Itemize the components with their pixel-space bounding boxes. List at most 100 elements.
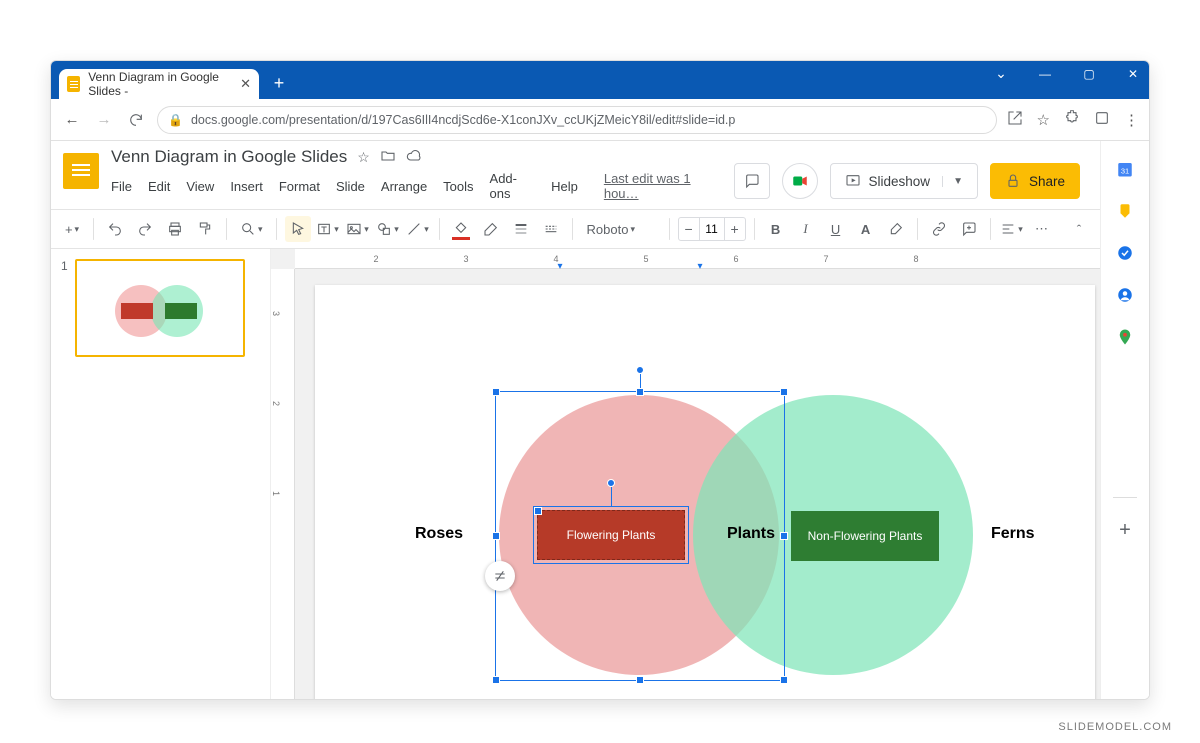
align-button[interactable] — [999, 216, 1025, 242]
menu-edit[interactable]: Edit — [148, 179, 170, 194]
close-window-icon[interactable]: ✕ — [1123, 67, 1143, 81]
underline-button[interactable]: U — [823, 216, 849, 242]
insert-comment-button[interactable] — [956, 216, 982, 242]
url-field[interactable]: 🔒 docs.google.com/presentation/d/197Cas6… — [157, 106, 997, 134]
menu-view[interactable]: View — [186, 179, 214, 194]
new-slide-button[interactable]: + — [59, 216, 85, 242]
italic-button[interactable]: I — [793, 216, 819, 242]
forward-button[interactable]: → — [93, 109, 115, 131]
new-tab-button[interactable]: + — [265, 69, 293, 97]
zoom-button[interactable] — [235, 216, 268, 242]
resize-handle[interactable] — [780, 532, 788, 540]
google-slides-logo-icon[interactable] — [63, 153, 99, 189]
bold-button[interactable]: B — [763, 216, 789, 242]
shape-button[interactable] — [375, 216, 401, 242]
label-ferns[interactable]: Ferns — [991, 525, 1035, 543]
minimize-window-icon[interactable]: — — [1035, 67, 1055, 81]
back-button[interactable]: ← — [61, 109, 83, 131]
filmstrip[interactable]: 1 — [51, 249, 271, 699]
border-color-button[interactable] — [478, 216, 504, 242]
menu-arrange[interactable]: Arrange — [381, 179, 427, 194]
reload-button[interactable] — [125, 109, 147, 131]
paint-format-button[interactable] — [192, 216, 218, 242]
more-tools-button[interactable]: ⋯ — [1029, 216, 1055, 242]
contacts-app-icon[interactable] — [1115, 285, 1135, 305]
slideshow-button[interactable]: Slideshow ▼ — [830, 163, 978, 199]
play-icon — [845, 173, 861, 189]
ruler-indent-marker-icon[interactable]: ▾ — [515, 261, 605, 272]
border-dash-button[interactable] — [538, 216, 564, 242]
meet-button[interactable] — [782, 163, 818, 199]
close-tab-icon[interactable]: ✕ — [240, 76, 251, 92]
fill-color-button[interactable] — [448, 216, 474, 242]
textbox-button[interactable] — [315, 216, 341, 242]
vertical-ruler[interactable]: 3 2 1 — [271, 269, 295, 699]
document-title[interactable]: Venn Diagram in Google Slides — [111, 147, 347, 167]
box-non-flowering[interactable]: Non-Flowering Plants — [791, 511, 939, 561]
font-size-dec-button[interactable]: − — [679, 221, 699, 237]
resize-handle[interactable] — [492, 532, 500, 540]
chevron-down-icon[interactable]: ⌄ — [991, 65, 1011, 82]
font-family-select[interactable]: Roboto — [581, 216, 661, 242]
redo-button[interactable] — [132, 216, 158, 242]
slideshow-dropdown-icon[interactable]: ▼ — [942, 176, 963, 187]
menu-file[interactable]: File — [111, 179, 132, 194]
resize-handle[interactable] — [636, 388, 644, 396]
share-url-icon[interactable] — [1007, 110, 1023, 130]
slide-thumbnail-1[interactable] — [75, 259, 245, 357]
resize-handle[interactable] — [780, 388, 788, 396]
not-equal-icon — [492, 568, 508, 584]
thumb-box-red — [121, 303, 153, 319]
resize-handle[interactable] — [492, 676, 500, 684]
star-icon[interactable]: ☆ — [357, 149, 370, 166]
insert-link-button[interactable] — [926, 216, 952, 242]
resize-handle[interactable] — [492, 388, 500, 396]
resize-handle[interactable] — [636, 676, 644, 684]
maximize-window-icon[interactable]: ▢ — [1079, 67, 1099, 81]
cloud-status-icon[interactable] — [406, 148, 422, 167]
select-tool-button[interactable] — [285, 216, 311, 242]
profile-icon[interactable] — [1094, 110, 1110, 130]
keep-app-icon[interactable] — [1115, 201, 1135, 221]
horizontal-ruler[interactable]: 2 3 4 5 6 7 8 ▾ ▾ — [295, 249, 1100, 269]
print-button[interactable] — [162, 216, 188, 242]
tasks-app-icon[interactable] — [1115, 243, 1135, 263]
calendar-app-icon[interactable]: 31 — [1115, 159, 1135, 179]
maps-app-icon[interactable] — [1115, 327, 1135, 347]
menu-addons[interactable]: Add-ons — [490, 171, 536, 201]
text-color-button[interactable]: A — [853, 216, 879, 242]
browser-tab[interactable]: Venn Diagram in Google Slides - ✕ — [59, 69, 259, 99]
image-button[interactable] — [345, 216, 371, 242]
ruler-indent-marker-icon[interactable]: ▾ — [655, 261, 745, 272]
undo-button[interactable] — [102, 216, 128, 242]
selection-outline-box[interactable] — [533, 506, 689, 564]
move-folder-icon[interactable] — [380, 148, 396, 167]
menu-format[interactable]: Format — [279, 179, 320, 194]
extensions-icon[interactable] — [1064, 110, 1080, 130]
add-addon-button[interactable]: + — [1115, 520, 1135, 540]
font-size-inc-button[interactable]: + — [725, 221, 745, 237]
label-roses[interactable]: Roses — [415, 525, 463, 543]
font-size-stepper[interactable]: − + — [678, 217, 746, 241]
menu-help[interactable]: Help — [551, 179, 578, 194]
resize-handle[interactable] — [780, 676, 788, 684]
hide-menus-button[interactable]: ˆ — [1066, 216, 1092, 242]
highlight-button[interactable] — [883, 216, 909, 242]
canvas[interactable]: 2 3 4 5 6 7 8 ▾ ▾ 3 2 — [271, 249, 1100, 699]
menu-insert[interactable]: Insert — [230, 179, 263, 194]
line-button[interactable] — [405, 216, 431, 242]
slide-1[interactable]: Roses Plants Ferns Non-Flowering Plants … — [315, 285, 1095, 699]
border-weight-button[interactable] — [508, 216, 534, 242]
share-button[interactable]: Share — [990, 163, 1080, 199]
last-edit-link[interactable]: Last edit was 1 hou… — [604, 171, 722, 201]
contextual-toolbar-button[interactable] — [485, 561, 515, 591]
resize-handle[interactable] — [534, 507, 542, 515]
comments-button[interactable] — [734, 163, 770, 199]
menu-slide[interactable]: Slide — [336, 179, 365, 194]
rotation-handle-icon[interactable] — [636, 366, 644, 374]
menu-tools[interactable]: Tools — [443, 179, 473, 194]
bookmark-star-icon[interactable]: ☆ — [1037, 111, 1050, 129]
rotation-handle-icon[interactable] — [607, 479, 615, 487]
font-size-input[interactable] — [699, 218, 725, 240]
chrome-menu-icon[interactable]: ⋮ — [1124, 111, 1139, 129]
